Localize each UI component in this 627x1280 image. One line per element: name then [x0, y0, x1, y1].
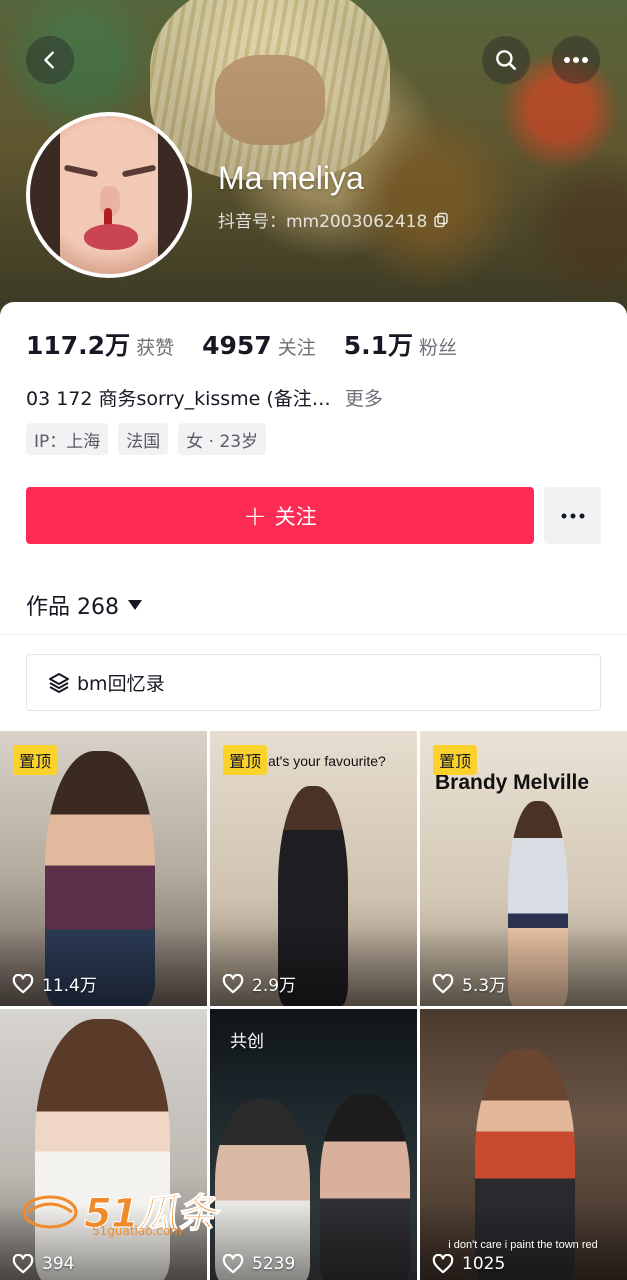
heart-icon	[432, 973, 454, 993]
video-caption: i don't care i paint the town red	[448, 1239, 598, 1251]
douyin-id-text: 抖音号：mm2003062418	[218, 212, 428, 232]
video-likes: 11.4万	[12, 971, 97, 996]
stat-likes-count: 117.2万	[26, 331, 131, 360]
collection-entry[interactable]: bm回忆录	[26, 654, 601, 711]
pinned-badge: 置顶	[13, 745, 58, 775]
video-item[interactable]: i don't care i paint the town red 1025	[420, 1009, 627, 1280]
copy-icon[interactable]	[433, 212, 449, 228]
video-likes: 394	[12, 1254, 74, 1274]
profile-tags: IP：上海 法国 女 · 23岁	[26, 423, 267, 455]
more-options-button[interactable]	[552, 36, 600, 84]
heart-icon	[12, 973, 34, 993]
profile-nickname: Ma meliya	[218, 160, 364, 196]
follow-button-label: 关注	[274, 504, 317, 529]
stat-following-label: 关注	[277, 337, 316, 359]
pinned-badge: 置顶	[223, 745, 268, 775]
plus-icon: +	[243, 498, 267, 532]
video-item[interactable]: Brandy Melville 置顶 5.3万	[420, 731, 627, 1006]
stat-followers[interactable]: 5.1万 粉丝	[344, 326, 457, 362]
layers-icon	[49, 672, 69, 693]
video-likes-count: 5239	[252, 1254, 296, 1274]
video-likes-count: 5.3万	[462, 976, 507, 996]
bio-more-link[interactable]: 更多	[345, 388, 383, 410]
heart-icon	[12, 1254, 34, 1274]
stat-likes[interactable]: 117.2万 获赞	[26, 326, 174, 362]
bio-text: 03 172 商务sorry_kissme (备注…	[26, 388, 331, 410]
video-item[interactable]: at's your favourite? 置顶 2.9万	[210, 731, 417, 1006]
tag-ip-location: IP：上海	[26, 423, 109, 455]
stats-row: 117.2万 获赞 4957 关注 5.1万 粉丝	[26, 326, 485, 362]
video-item[interactable]: 置顶 11.4万	[0, 731, 207, 1006]
video-caption: at's your favourite?	[268, 753, 386, 769]
stat-following-count: 4957	[202, 331, 272, 360]
video-item[interactable]: 共创 5239	[210, 1009, 417, 1280]
tag-gender-age: 女 · 23岁	[178, 423, 267, 455]
heart-icon	[222, 1254, 244, 1274]
video-likes: 2.9万	[222, 971, 296, 996]
melon-logo-icon	[22, 1195, 78, 1229]
search-button[interactable]	[482, 36, 530, 84]
ellipsis-icon	[564, 57, 588, 63]
bio[interactable]: 03 172 商务sorry_kissme (备注… 更多	[26, 384, 383, 411]
stat-likes-label: 获赞	[136, 337, 175, 359]
co-create-badge: 共创	[230, 1032, 264, 1052]
more-actions-button[interactable]	[544, 487, 601, 544]
video-likes-count: 2.9万	[252, 976, 297, 996]
video-likes: 1025	[432, 1254, 505, 1274]
video-likes-count: 1025	[462, 1254, 506, 1274]
works-tab[interactable]: 作品 268	[26, 589, 143, 621]
ellipsis-icon	[561, 513, 584, 518]
stat-followers-label: 粉丝	[419, 337, 458, 359]
stat-followers-count: 5.1万	[343, 331, 413, 360]
avatar[interactable]	[26, 112, 192, 278]
follow-button[interactable]: + 关注	[26, 487, 534, 544]
video-likes-count: 11.4万	[42, 976, 97, 996]
heart-icon	[432, 1254, 454, 1274]
works-tab-label: 作品 268	[26, 595, 119, 620]
video-likes-count: 394	[42, 1254, 75, 1274]
collection-label: bm回忆录	[77, 673, 165, 695]
search-icon	[496, 50, 516, 70]
chevron-left-icon	[44, 51, 54, 69]
stat-following[interactable]: 4957 关注	[202, 331, 316, 360]
video-likes: 5.3万	[432, 971, 506, 996]
pinned-badge: 置顶	[433, 745, 478, 775]
divider	[0, 634, 627, 635]
video-likes: 5239	[222, 1254, 295, 1274]
site-watermark: 51瓜条 51guatiao.com	[22, 1180, 217, 1240]
profile-banner: Ma meliya 抖音号：mm2003062418	[0, 0, 627, 330]
watermark-url: 51guatiao.com	[92, 1224, 182, 1238]
tag-school[interactable]: 法国	[118, 423, 169, 455]
douyin-id[interactable]: 抖音号：mm2003062418	[218, 207, 449, 232]
heart-icon	[222, 973, 244, 993]
back-button[interactable]	[26, 36, 74, 84]
caret-down-icon	[128, 600, 142, 610]
